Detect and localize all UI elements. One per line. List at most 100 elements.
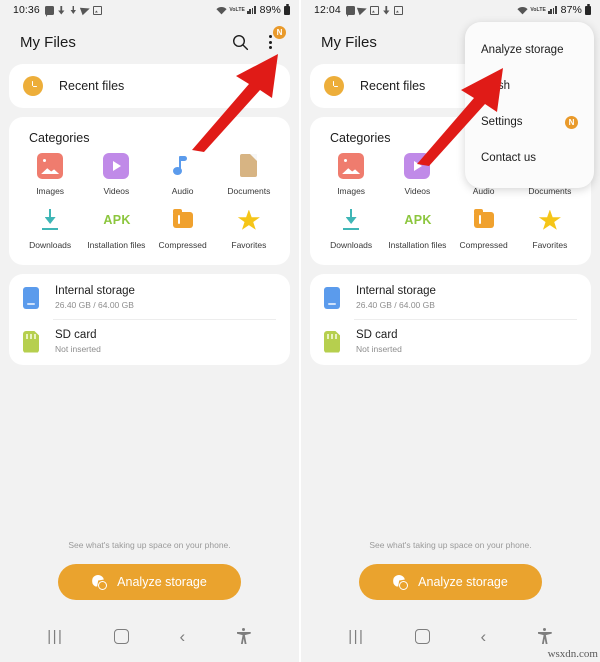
storage-texts: SD card Not inserted (55, 329, 101, 354)
download-alt-icon (70, 5, 76, 15)
more-vert-icon[interactable]: N (255, 26, 286, 57)
category-images[interactable]: Images (318, 153, 384, 197)
images-icon (37, 153, 64, 179)
page-title: My Files (321, 33, 377, 51)
storage-row-sdcard[interactable]: SD card Not inserted (310, 320, 591, 363)
phone-screen-right: 12:04 VoLTE 87% My Files Recent files Ca… (301, 0, 600, 662)
analyze-storage-button[interactable]: Analyze storage (58, 564, 241, 600)
category-label: Installation files (388, 240, 447, 250)
chat-icon (44, 5, 54, 17)
accessibility-button[interactable] (236, 628, 252, 644)
recent-files-label: Recent files (59, 79, 125, 93)
storage-row-internal[interactable]: Internal storage 26.40 GB / 64.00 GB (9, 276, 290, 319)
status-system-icons: VoLTE 87% (517, 4, 591, 16)
category-label: Downloads (29, 240, 72, 250)
sd-card-icon (23, 330, 39, 353)
battery-icon (585, 4, 591, 15)
analyze-storage-button[interactable]: Analyze storage (359, 564, 542, 600)
category-videos[interactable]: Videos (83, 153, 149, 197)
category-images[interactable]: Images (17, 153, 83, 197)
category-compressed[interactable]: Compressed (451, 207, 517, 251)
menu-item-contact-us[interactable]: Contact us (465, 140, 594, 176)
category-audio[interactable]: Audio (150, 153, 216, 197)
category-compressed[interactable]: Compressed (150, 207, 216, 251)
category-installation-files[interactable]: APK Installation files (83, 207, 149, 251)
storage-card: Internal storage 26.40 GB / 64.00 GB SD … (310, 274, 591, 365)
screenshot-stage: 10:36 VoLTE 89% My Files N Recent files … (0, 0, 600, 662)
overflow-dots (268, 34, 272, 50)
home-button[interactable] (114, 628, 129, 644)
categories-title: Categories (29, 131, 90, 145)
battery-percent: 89% (259, 4, 281, 16)
footer-section: See what's taking up space on your phone… (0, 540, 299, 600)
menu-item-settings[interactable]: Settings N (465, 104, 594, 140)
storage-name: SD card (356, 329, 398, 341)
images-icon (338, 153, 365, 179)
audio-icon (170, 153, 196, 179)
category-favorites[interactable]: Favorites (517, 207, 583, 251)
menu-item-label: Settings (481, 116, 523, 128)
recents-button[interactable]: ||| (47, 628, 63, 645)
signal-icon (246, 6, 256, 14)
phone-screen-left: 10:36 VoLTE 89% My Files N Recent files … (0, 0, 299, 662)
pie-search-icon (393, 575, 409, 590)
storage-row-internal[interactable]: Internal storage 26.40 GB / 64.00 GB (310, 276, 591, 319)
category-videos[interactable]: Videos (384, 153, 450, 197)
photo-icon (92, 5, 102, 15)
sd-card-icon (324, 330, 340, 353)
compressed-folder-icon (170, 207, 196, 233)
category-favorites[interactable]: Favorites (216, 207, 282, 251)
menu-item-analyze-storage[interactable]: Analyze storage (465, 32, 594, 68)
chat-icon (345, 5, 355, 17)
search-icon[interactable] (225, 27, 255, 57)
recent-files-label: Recent files (360, 79, 426, 93)
settings-new-badge: N (565, 115, 578, 129)
category-label: Audio (171, 186, 194, 196)
battery-percent: 87% (560, 4, 582, 16)
category-label: Videos (103, 186, 130, 196)
downloads-icon (37, 207, 63, 233)
categories-grid: Images Videos Audio Documents Downloads (17, 153, 282, 251)
status-bar: 10:36 VoLTE 89% (0, 0, 299, 20)
menu-item-trash[interactable]: Trash (465, 68, 594, 104)
back-button[interactable]: ‹ (180, 628, 186, 645)
category-label: Videos (404, 186, 431, 196)
download-icon (58, 5, 65, 15)
category-label: Favorites (532, 240, 568, 250)
analyze-storage-label: Analyze storage (418, 575, 508, 589)
back-button[interactable]: ‹ (481, 628, 487, 645)
storage-texts: SD card Not inserted (356, 329, 402, 354)
category-downloads[interactable]: Downloads (318, 207, 384, 251)
storage-card: Internal storage 26.40 GB / 64.00 GB SD … (9, 274, 290, 365)
navigation-bar: ||| ‹ (0, 610, 299, 662)
category-downloads[interactable]: Downloads (17, 207, 83, 251)
photo-alt-icon (369, 5, 379, 15)
videos-icon (404, 153, 431, 179)
storage-row-sdcard[interactable]: SD card Not inserted (9, 320, 290, 363)
downloads-icon (338, 207, 364, 233)
category-documents[interactable]: Documents (216, 153, 282, 197)
wifi-icon (216, 6, 227, 15)
recent-files-card[interactable]: Recent files (9, 64, 290, 108)
category-installation-files[interactable]: APK Installation files (384, 207, 450, 251)
apk-icon: APK (103, 213, 131, 227)
recents-button[interactable]: ||| (348, 628, 364, 645)
recent-files-row[interactable]: Recent files (9, 64, 290, 108)
home-button[interactable] (415, 628, 430, 644)
lte-icon: VoLTE (530, 7, 546, 13)
phone-storage-icon (324, 286, 340, 309)
footer-hint: See what's taking up space on your phone… (68, 540, 231, 550)
accessibility-button[interactable] (537, 628, 553, 644)
category-label: Compressed (459, 240, 508, 250)
storage-sub: Not inserted (356, 344, 402, 354)
storage-sub: Not inserted (55, 344, 101, 354)
status-bar: 12:04 VoLTE 87% (301, 0, 600, 20)
app-bar: My Files N (0, 20, 299, 64)
overflow-new-badge: N (273, 26, 286, 39)
page-title: My Files (20, 33, 76, 51)
category-label: Installation files (87, 240, 146, 250)
status-time: 10:36 (13, 4, 40, 16)
download-icon (383, 5, 390, 15)
compressed-folder-icon (471, 207, 497, 233)
status-time: 12:04 (314, 4, 341, 16)
